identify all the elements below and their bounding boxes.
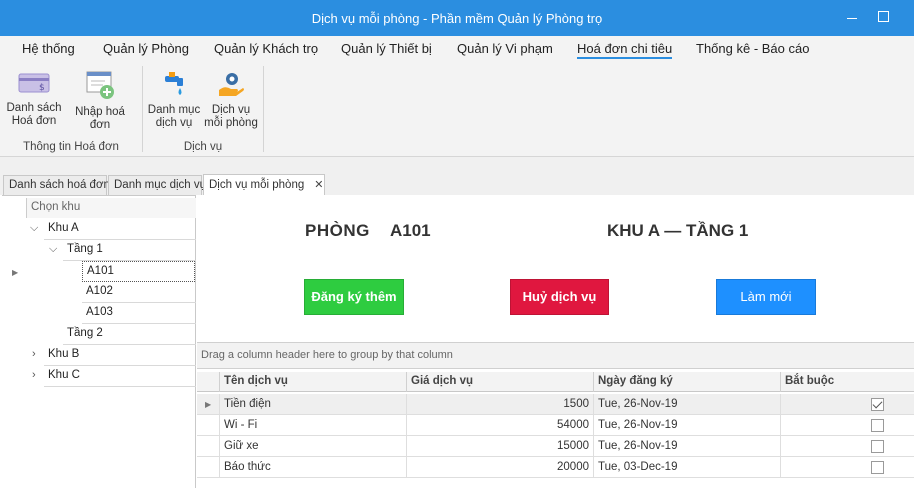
register-service-button[interactable]: Đăng ký thêm <box>304 279 404 315</box>
cell-price[interactable]: 1500 <box>406 394 593 415</box>
cell-required <box>780 415 914 436</box>
column-header-price[interactable]: Giá dịch vụ <box>406 372 593 392</box>
cell-price[interactable]: 15000 <box>406 436 593 457</box>
table-row[interactable]: Wi - Fi 54000 Tue, 26-Nov-19 <box>197 415 914 436</box>
minimize-icon[interactable] <box>847 18 857 19</box>
tab-dich-vu-moi-phong[interactable]: Dịch vụ mỗi phòng ✕ <box>203 174 325 195</box>
tree-node-a103[interactable]: A103 <box>82 303 196 324</box>
title-bar: Dịch vụ mỗi phòng - Phần mềm Quản lý Phò… <box>0 0 914 36</box>
gear-hand-icon <box>219 73 244 96</box>
chevron-right-icon[interactable]: › <box>32 348 36 360</box>
invoice-list-label: Danh sách Hoá đơn <box>6 102 62 127</box>
menu-quan-ly-vi-pham[interactable]: Quản lý Vi phạm <box>457 41 553 56</box>
column-header-date[interactable]: Ngày đăng ký <box>593 372 780 392</box>
cell-price[interactable]: 54000 <box>406 415 593 436</box>
column-header-name[interactable]: Tên dịch vụ <box>219 372 406 392</box>
service-catalog-button[interactable]: Danh mục dịch vụ <box>146 70 202 130</box>
water-tap-icon <box>165 72 183 95</box>
room-value: A101 <box>390 221 431 240</box>
table-row[interactable]: Báo thức 20000 Tue, 03-Dec-19 <box>197 457 914 478</box>
window-title: Dịch vụ mỗi phòng - Phần mềm Quản lý Phò… <box>311 11 603 26</box>
tree-node-khu-a[interactable]: Khu A <box>44 219 196 240</box>
refresh-button[interactable]: Làm mới <box>716 279 816 315</box>
menu-quan-ly-thiet-bi[interactable]: Quản lý Thiết bị <box>341 41 432 56</box>
cell-required <box>780 394 914 415</box>
cell-date[interactable]: Tue, 03-Dec-19 <box>593 457 780 478</box>
tree-node-a101[interactable]: A101 <box>82 261 195 282</box>
group-by-panel[interactable]: Drag a column header here to group by th… <box>197 342 914 369</box>
required-checkbox[interactable] <box>871 461 884 474</box>
invoice-add-button[interactable]: Nhập hoá đơn <box>64 70 136 132</box>
room-services-panel: PHÒNG A101 KHU A — TẦNG 1 Đăng ký thêm H… <box>197 195 914 488</box>
tree-node-khu-b[interactable]: Khu B <box>44 345 196 366</box>
menu-he-thong[interactable]: Hệ thống <box>22 41 75 56</box>
maximize-icon[interactable] <box>878 11 889 22</box>
area-tree: Chọn khu ⌵ Khu A ⌵ Tầng 1 ▶ A101 A102 A1… <box>2 195 196 488</box>
room-services-label: Dịch vụ mỗi phòng <box>204 104 258 129</box>
chevron-right-icon[interactable]: › <box>32 369 36 381</box>
invoice-add-icon <box>86 71 114 99</box>
area-label: KHU A — TẦNG 1 <box>607 221 749 240</box>
grid-header: Tên dịch vụ Giá dịch vụ Ngày đăng ký Bắt… <box>197 372 914 392</box>
ribbon-separator <box>142 66 143 152</box>
tree-node-a102[interactable]: A102 <box>82 282 196 303</box>
cell-name[interactable]: Tiền điện <box>219 394 406 415</box>
cell-name[interactable]: Báo thức <box>219 457 406 478</box>
close-icon[interactable]: ✕ <box>314 179 323 191</box>
menu-quan-ly-phong[interactable]: Quản lý Phòng <box>103 41 189 56</box>
cell-date[interactable]: Tue, 26-Nov-19 <box>593 394 780 415</box>
cell-name[interactable]: Giữ xe <box>219 436 406 457</box>
tree-node-khu-c[interactable]: Khu C <box>44 366 196 387</box>
invoice-add-label: Nhập hoá đơn <box>75 106 125 131</box>
cell-price[interactable]: 20000 <box>406 457 593 478</box>
cell-name[interactable]: Wi - Fi <box>219 415 406 436</box>
tab-label: Danh sách hoá đơn <box>9 179 110 191</box>
cell-date[interactable]: Tue, 26-Nov-19 <box>593 436 780 457</box>
current-row-icon: ▶ <box>205 400 212 409</box>
tree-node-tang-1[interactable]: Tầng 1 <box>63 240 196 261</box>
service-catalog-label: Danh mục dịch vụ <box>147 104 201 129</box>
ribbon-separator <box>263 66 264 152</box>
tree-node-tang-2[interactable]: Tầng 2 <box>63 324 196 345</box>
room-services-button[interactable]: Dịch vụ mỗi phòng <box>204 70 258 130</box>
chevron-down-icon[interactable]: ⌵ <box>30 222 38 235</box>
svg-text:$: $ <box>39 83 45 93</box>
table-row[interactable]: Giữ xe 15000 Tue, 26-Nov-19 <box>197 436 914 457</box>
cell-required <box>780 436 914 457</box>
invoice-list-icon: $ <box>18 73 50 93</box>
menu-bar: Hệ thống Quản lý Phòng Quản lý Khách trọ… <box>0 36 914 62</box>
cell-date[interactable]: Tue, 26-Nov-19 <box>593 415 780 436</box>
menu-thong-ke-bao-cao[interactable]: Thống kê - Báo cáo <box>696 41 809 56</box>
group-service-label: Dịch vụ <box>183 141 223 153</box>
tab-label: Danh mục dịch vụ <box>114 179 207 191</box>
ribbon: $ Danh sách Hoá đơn Nhập hoá đơn Thông t… <box>0 62 914 157</box>
tab-label: Dịch vụ mỗi phòng <box>209 179 305 191</box>
document-tabs: Danh sách hoá đơn Danh mục dịch vụ Dịch … <box>0 157 914 195</box>
tab-danh-muc-dich-vu[interactable]: Danh mục dịch vụ <box>108 175 206 195</box>
menu-hoa-don-chi-tieu[interactable]: Hoá đơn chi tiêu <box>577 41 673 59</box>
invoice-list-button[interactable]: $ Danh sách Hoá đơn <box>6 70 62 128</box>
menu-quan-ly-khach-tro[interactable]: Quản lý Khách trọ <box>214 41 318 56</box>
column-header-required[interactable]: Bắt buộc <box>780 372 914 392</box>
tree-header[interactable]: Chọn khu <box>26 198 196 218</box>
required-checkbox[interactable] <box>871 440 884 453</box>
cancel-service-button[interactable]: Huỷ dịch vụ <box>510 279 609 315</box>
group-invoice-label: Thông tin Hoá đơn <box>23 141 119 153</box>
required-checkbox[interactable] <box>871 419 884 432</box>
required-checkbox[interactable] <box>871 398 884 411</box>
room-label: PHÒNG <box>305 221 370 240</box>
chevron-down-icon[interactable]: ⌵ <box>49 243 57 256</box>
focus-indicator-icon: ▶ <box>12 268 19 277</box>
cell-required <box>780 457 914 478</box>
table-row[interactable]: ▶ Tiền điện 1500 Tue, 26-Nov-19 <box>197 394 914 415</box>
tab-danh-sach-hoa-don[interactable]: Danh sách hoá đơn <box>3 175 110 195</box>
